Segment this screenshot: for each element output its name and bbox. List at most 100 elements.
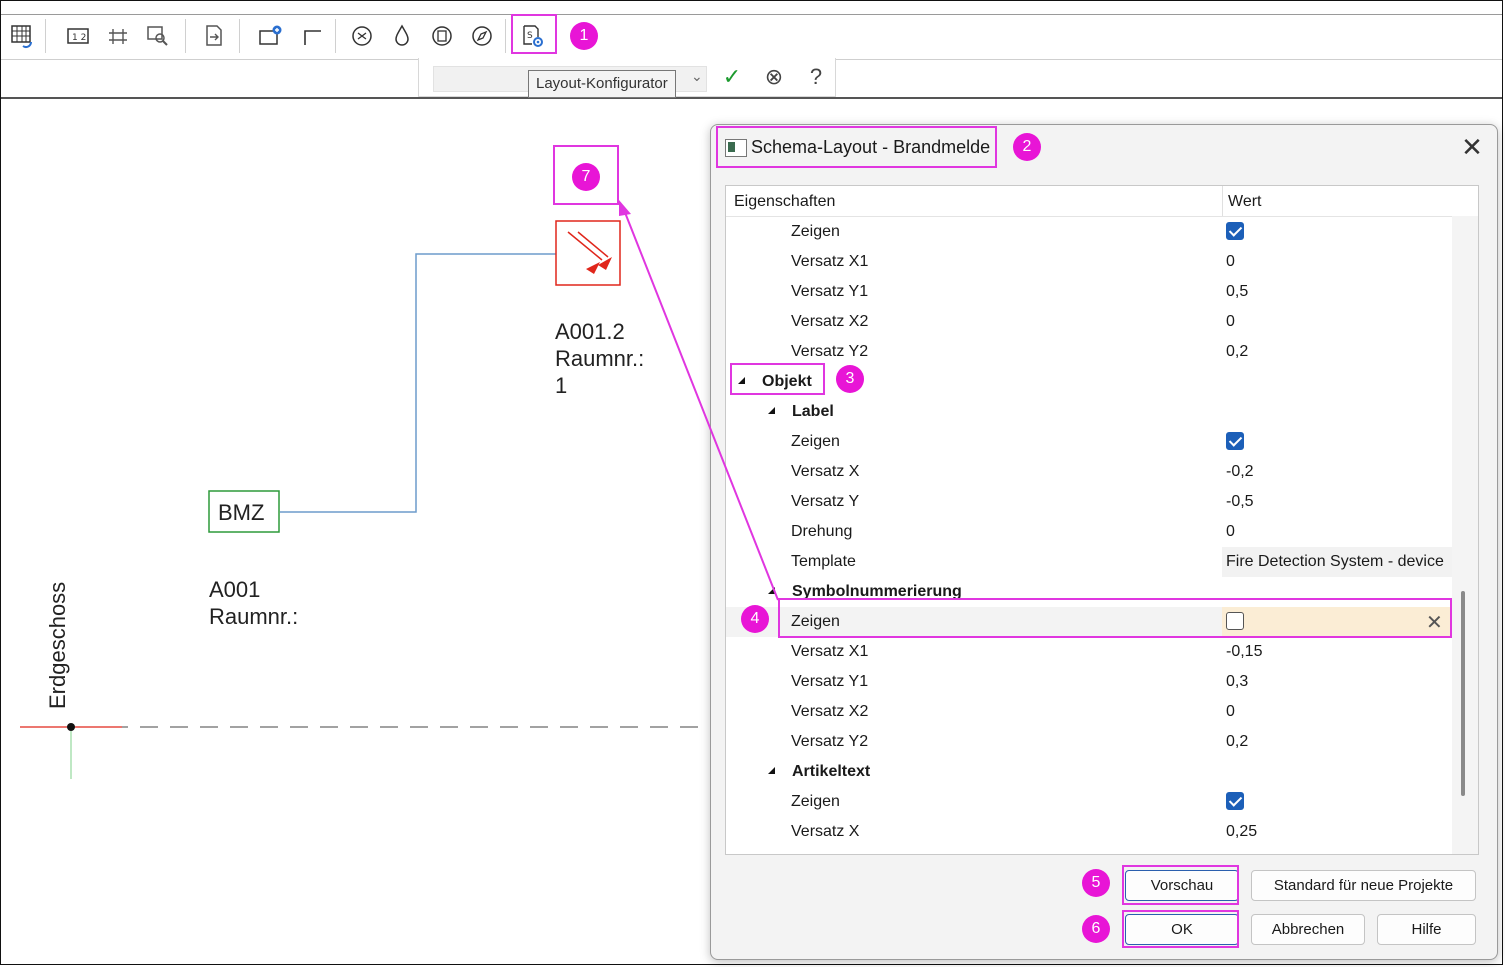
property-value[interactable]: 0 bbox=[1226, 523, 1235, 541]
grid-header: Eigenschaften Wert bbox=[726, 186, 1478, 217]
chevron-down-icon[interactable]: ⌄ bbox=[691, 68, 703, 85]
property-row[interactable]: Zeigen bbox=[726, 787, 1452, 817]
compass-icon[interactable] bbox=[467, 21, 497, 51]
expand-triangle-icon[interactable] bbox=[768, 407, 775, 414]
document-export-icon[interactable] bbox=[199, 21, 229, 51]
property-row[interactable]: Versatz X1 0 bbox=[726, 247, 1452, 277]
property-row[interactable]: Versatz X 0,25 bbox=[726, 817, 1452, 847]
property-value[interactable]: 0,25 bbox=[1226, 823, 1257, 841]
wire-line bbox=[280, 253, 556, 513]
property-value[interactable]: 0 bbox=[1226, 313, 1235, 331]
property-row[interactable]: Versatz Y1 0,5 bbox=[726, 277, 1452, 307]
help-button[interactable]: Hilfe bbox=[1377, 914, 1476, 945]
property-value[interactable]: -0,5 bbox=[1226, 493, 1254, 511]
tooltip: Layout-Konfigurator bbox=[528, 70, 676, 98]
schema-layout-dialog: Schema-Layout - Brandmelde ✕ Eigenschaft… bbox=[710, 124, 1498, 960]
highlight-ok-button bbox=[1122, 910, 1239, 948]
step-badge-3: 3 bbox=[836, 365, 864, 393]
step-badge-5: 5 bbox=[1082, 869, 1110, 897]
property-row[interactable]: Versatz X -0,2 bbox=[726, 457, 1452, 487]
property-row[interactable]: Drehung 0 bbox=[726, 517, 1452, 547]
property-row[interactable]: Versatz Y -0,5 bbox=[726, 487, 1452, 517]
step-badge-2: 2 bbox=[1013, 133, 1041, 161]
help-icon[interactable]: ? bbox=[801, 62, 831, 92]
default-new-projects-button[interactable]: Standard für neue Projekte bbox=[1251, 870, 1476, 901]
bmz-room-label: A001 Raumnr.: bbox=[209, 577, 299, 629]
fan-icon[interactable] bbox=[347, 21, 377, 51]
property-label: Versatz X2 bbox=[791, 703, 869, 720]
property-label: Label bbox=[792, 403, 834, 420]
corner-icon[interactable] bbox=[297, 21, 327, 51]
property-row[interactable]: Versatz Y1 0,3 bbox=[726, 667, 1452, 697]
property-row[interactable]: Versatz X1 -0,15 bbox=[726, 637, 1452, 667]
property-row[interactable]: Versatz X2 0 bbox=[726, 697, 1452, 727]
grid-refresh-icon[interactable] bbox=[7, 21, 37, 51]
property-label: Versatz Y2 bbox=[791, 343, 869, 360]
drop-icon[interactable] bbox=[387, 21, 417, 51]
property-label: Versatz Y1 bbox=[791, 283, 869, 300]
show-checkbox[interactable] bbox=[1226, 792, 1244, 810]
box-settings-icon[interactable] bbox=[427, 21, 457, 51]
step-badge-6: 6 bbox=[1082, 915, 1110, 943]
number-table-icon[interactable]: 1 2 bbox=[63, 21, 93, 51]
property-label: Versatz X2 bbox=[791, 313, 869, 330]
property-label: Template bbox=[791, 553, 856, 570]
group-row[interactable]: Artikeltext bbox=[726, 757, 1452, 787]
main-toolbar: 1 2 S bbox=[1, 14, 1502, 60]
property-value[interactable]: 0,5 bbox=[1226, 283, 1248, 301]
device-label: A001.2 Raumnr.: 1 bbox=[555, 319, 645, 398]
property-value[interactable]: -0,2 bbox=[1226, 463, 1254, 481]
highlight-objekt-group bbox=[730, 363, 825, 395]
property-label: Versatz X bbox=[791, 823, 860, 840]
close-icon[interactable]: ✕ bbox=[1459, 133, 1485, 161]
confirm-icon[interactable]: ✓ bbox=[717, 62, 747, 92]
expand-triangle-icon[interactable] bbox=[768, 587, 775, 594]
smoke-detector-symbol bbox=[555, 220, 621, 286]
highlight-layout-configurator bbox=[511, 14, 557, 54]
property-label: Versatz X bbox=[791, 463, 860, 480]
scrollbar[interactable] bbox=[1452, 216, 1478, 854]
property-label: Artikeltext bbox=[792, 763, 871, 780]
group-row[interactable]: Label bbox=[726, 397, 1452, 427]
property-value[interactable]: 0 bbox=[1226, 703, 1235, 721]
expand-triangle-icon[interactable] bbox=[768, 767, 775, 774]
show-checkbox[interactable] bbox=[1226, 222, 1244, 240]
property-value[interactable]: 0,3 bbox=[1226, 673, 1248, 691]
property-label: Zeigen bbox=[791, 793, 840, 810]
property-label: Zeigen bbox=[791, 223, 840, 240]
property-label: Versatz Y1 bbox=[791, 673, 869, 690]
step-badge-4: 4 bbox=[741, 605, 769, 633]
highlight-zeigen-row bbox=[778, 598, 1452, 638]
property-value[interactable]: -0,15 bbox=[1226, 643, 1262, 661]
property-row[interactable]: Template Fire Detection System - device bbox=[726, 547, 1452, 577]
column-header-property: Eigenschaften bbox=[734, 193, 836, 210]
floor-label: Erdgeschoss bbox=[45, 581, 70, 709]
property-row[interactable]: Versatz Y2 0,2 bbox=[726, 337, 1452, 367]
search-settings-icon[interactable] bbox=[143, 21, 173, 51]
property-label: Zeigen bbox=[791, 433, 840, 450]
group-row[interactable]: Objekt bbox=[726, 367, 1452, 397]
cancel-button[interactable]: Abbrechen bbox=[1251, 914, 1365, 945]
property-row[interactable]: Zeigen bbox=[726, 427, 1452, 457]
property-value[interactable]: 0 bbox=[1226, 253, 1235, 271]
window-add-icon[interactable] bbox=[255, 21, 285, 51]
property-value[interactable]: 0,2 bbox=[1226, 343, 1248, 361]
property-label: Versatz Y2 bbox=[791, 733, 869, 750]
property-label: Drehung bbox=[791, 523, 853, 540]
property-row[interactable]: Zeigen bbox=[726, 217, 1452, 247]
property-value[interactable]: Fire Detection System - device bbox=[1226, 553, 1444, 571]
property-label: Versatz Y bbox=[791, 493, 860, 510]
step-badge-7: 7 bbox=[572, 163, 600, 191]
property-row[interactable]: Versatz X2 0 bbox=[726, 307, 1452, 337]
show-checkbox[interactable] bbox=[1226, 432, 1244, 450]
svg-text:1 2: 1 2 bbox=[72, 33, 86, 43]
dimension-icon[interactable] bbox=[103, 21, 133, 51]
cancel-icon[interactable]: ⊗ bbox=[759, 62, 789, 92]
property-label: Versatz X1 bbox=[791, 253, 869, 270]
property-label: Versatz X1 bbox=[791, 643, 869, 660]
property-grid: Eigenschaften Wert Zeigen Versatz X1 0 Vers… bbox=[725, 185, 1479, 855]
property-row[interactable]: Versatz Y2 0,2 bbox=[726, 727, 1452, 757]
scrollbar-thumb[interactable] bbox=[1461, 591, 1465, 796]
property-value[interactable]: 0,2 bbox=[1226, 733, 1248, 751]
highlight-preview-button bbox=[1122, 865, 1239, 905]
